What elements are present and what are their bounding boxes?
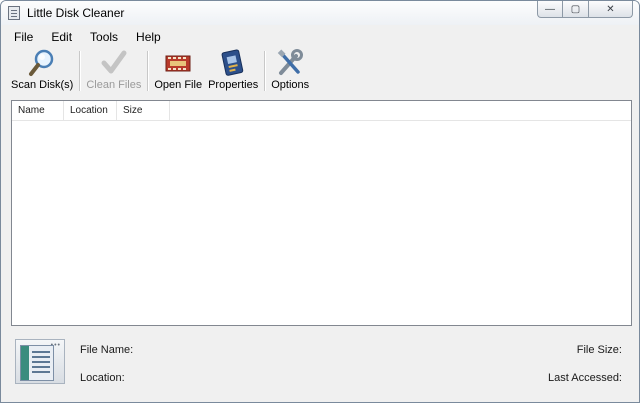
last-accessed-label: Last Accessed: bbox=[548, 372, 622, 384]
title-bar[interactable]: Little Disk Cleaner — ▢ ✕ bbox=[1, 1, 639, 25]
window-title: Little Disk Cleaner bbox=[27, 6, 125, 20]
properties-button[interactable]: Properties bbox=[205, 48, 261, 94]
document-icon bbox=[20, 345, 54, 381]
tools-icon bbox=[274, 48, 306, 78]
maximize-button[interactable]: ▢ bbox=[563, 1, 589, 18]
list-header: Name Location Size bbox=[12, 101, 631, 121]
app-icon[interactable] bbox=[8, 6, 20, 20]
toolbar: Scan Disk(s) Clean Files Open File Prope… bbox=[8, 48, 632, 94]
clean-files-button[interactable]: Clean Files bbox=[83, 48, 144, 94]
column-header-name[interactable]: Name bbox=[12, 101, 64, 121]
properties-label: Properties bbox=[208, 79, 259, 91]
file-list[interactable]: Name Location Size bbox=[11, 100, 632, 326]
minimize-icon: — bbox=[545, 3, 555, 15]
close-button[interactable]: ✕ bbox=[589, 1, 633, 18]
maximize-icon: ▢ bbox=[570, 3, 581, 15]
scan-disks-label: Scan Disk(s) bbox=[11, 79, 74, 91]
location-label: Location: bbox=[80, 372, 125, 384]
column-header-size[interactable]: Size bbox=[117, 101, 170, 121]
open-file-button[interactable]: Open File bbox=[151, 48, 205, 94]
scan-disks-button[interactable]: Scan Disk(s) bbox=[8, 48, 76, 94]
magnifier-icon bbox=[26, 48, 58, 78]
film-file-icon bbox=[162, 48, 194, 78]
options-label: Options bbox=[271, 79, 310, 91]
menu-help[interactable]: Help bbox=[130, 30, 169, 44]
open-file-label: Open File bbox=[154, 79, 203, 91]
file-thumbnail: ••• bbox=[15, 339, 65, 384]
toolbar-separator bbox=[79, 51, 81, 91]
column-header-location[interactable]: Location bbox=[64, 101, 117, 121]
options-button[interactable]: Options bbox=[268, 48, 312, 94]
toolbar-separator bbox=[264, 51, 266, 91]
minimize-button[interactable]: — bbox=[537, 1, 563, 18]
file-name-label: File Name: bbox=[80, 344, 134, 356]
toolbar-separator bbox=[147, 51, 149, 91]
file-size-label: File Size: bbox=[576, 344, 622, 356]
chip-card-icon bbox=[217, 48, 249, 78]
menu-edit[interactable]: Edit bbox=[45, 30, 80, 44]
close-icon: ✕ bbox=[606, 3, 615, 15]
menu-bar: File Edit Tools Help bbox=[8, 27, 632, 47]
clean-files-label: Clean Files bbox=[86, 79, 142, 91]
file-info-panel: ••• File Name: Location: File Size: Last… bbox=[11, 334, 632, 394]
checkmark-icon bbox=[98, 48, 130, 78]
app-window: Little Disk Cleaner — ▢ ✕ File Edit Tool… bbox=[0, 0, 640, 403]
menu-file[interactable]: File bbox=[8, 30, 41, 44]
menu-tools[interactable]: Tools bbox=[84, 30, 126, 44]
window-controls: — ▢ ✕ bbox=[537, 1, 633, 18]
